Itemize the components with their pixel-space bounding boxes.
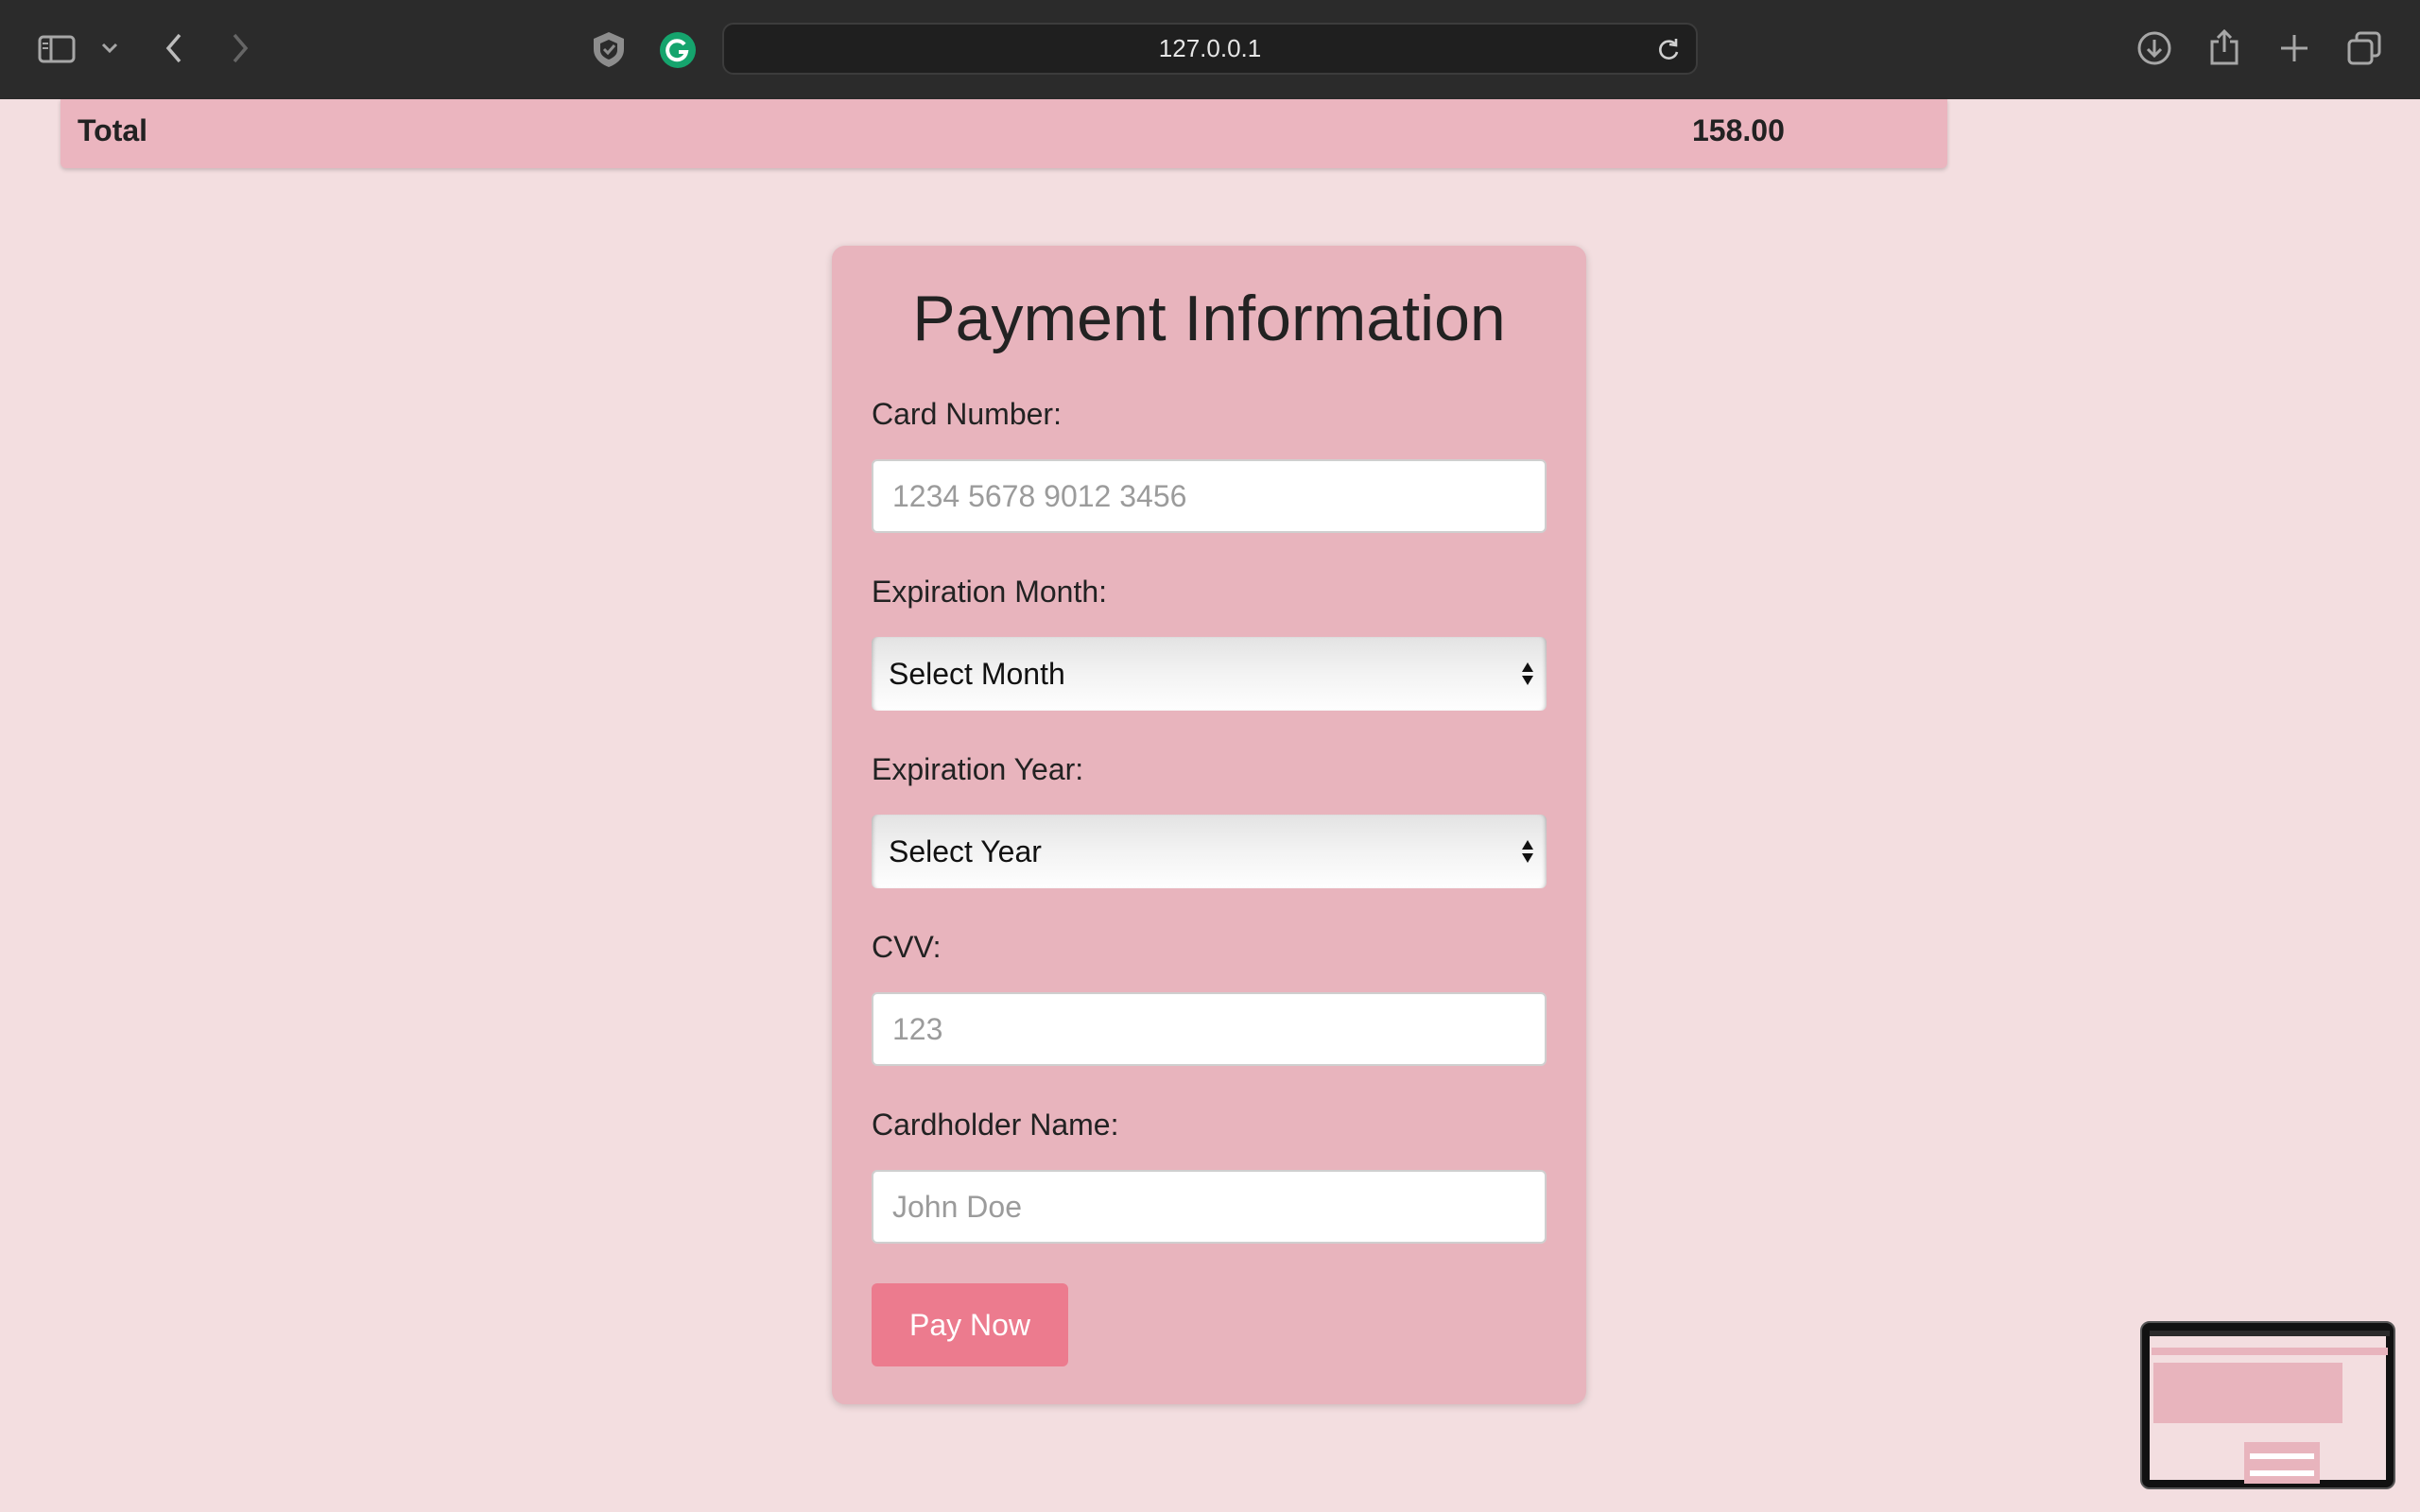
cvv-input[interactable]	[872, 992, 1547, 1066]
cardholder-name-label: Cardholder Name:	[872, 1108, 1119, 1142]
download-icon[interactable]	[2135, 28, 2174, 68]
cart-total-row: Total 158.00	[60, 99, 1947, 168]
pay-now-button[interactable]: Pay Now	[872, 1283, 1068, 1366]
card-number-input[interactable]	[872, 459, 1547, 533]
exp-year-label: Expiration Year:	[872, 752, 1084, 786]
browser-toolbar: 127.0.0.1	[0, 0, 2420, 99]
payment-form: Payment Information Card Number: Expirat…	[832, 246, 1586, 1404]
new-tab-icon[interactable]	[2274, 28, 2314, 68]
thumbnail-preview-image	[2150, 1331, 2390, 1484]
total-value: 158.00	[1692, 112, 1785, 147]
share-icon[interactable]	[2204, 26, 2244, 68]
exp-month-label: Expiration Month:	[872, 575, 1108, 609]
url-text: 127.0.0.1	[1158, 34, 1262, 62]
cvv-label: CVV:	[872, 930, 942, 964]
exp-month-value: Select Month	[889, 656, 1065, 691]
select-arrows-icon	[1520, 815, 1535, 888]
sidebar-toggle-icon[interactable]	[36, 30, 78, 68]
exp-year-value: Select Year	[889, 833, 1042, 868]
select-arrows-icon	[1520, 637, 1535, 711]
exp-month-select[interactable]: Select Month	[872, 637, 1547, 711]
privacy-shield-icon[interactable]	[586, 28, 631, 70]
screenshot-thumbnail[interactable]	[2140, 1321, 2395, 1489]
back-icon[interactable]	[159, 28, 189, 68]
cardholder-name-input[interactable]	[872, 1170, 1547, 1244]
exp-year-select[interactable]: Select Year	[872, 815, 1547, 888]
grammarly-extension-icon[interactable]	[656, 28, 700, 72]
forward-icon[interactable]	[225, 28, 255, 68]
chevron-down-icon[interactable]	[98, 34, 121, 62]
address-bar[interactable]: 127.0.0.1	[722, 23, 1698, 75]
tab-overview-icon[interactable]	[2344, 28, 2384, 68]
total-label: Total	[78, 112, 148, 147]
reload-icon[interactable]	[1654, 36, 1683, 64]
card-number-label: Card Number:	[872, 397, 1062, 431]
payment-title: Payment Information	[912, 283, 1506, 354]
